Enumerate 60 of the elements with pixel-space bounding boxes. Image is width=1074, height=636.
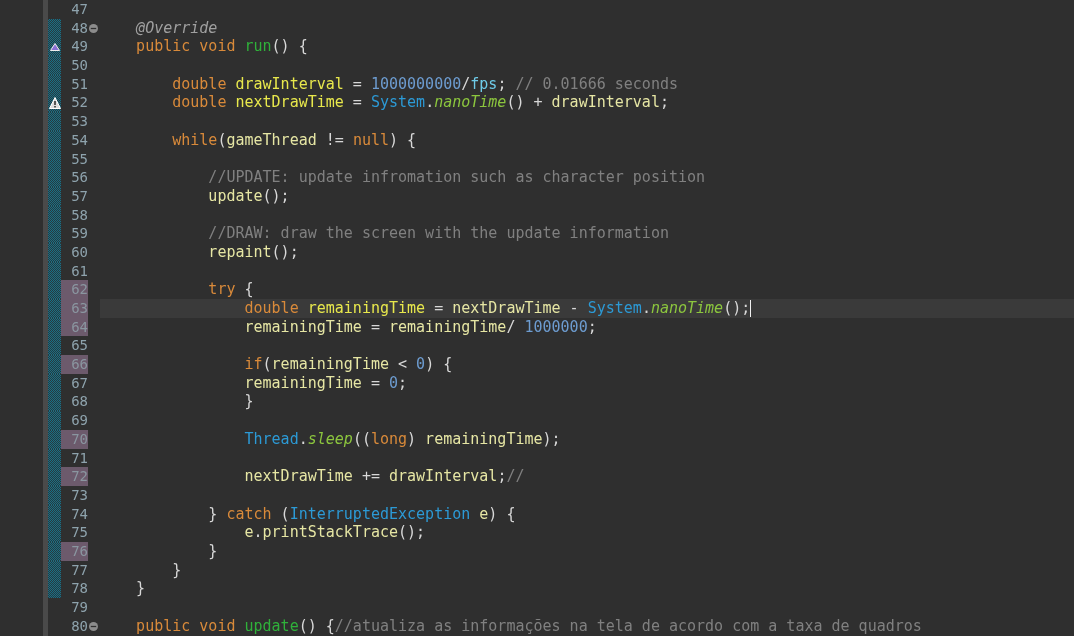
- code-line: double nextDrawTime = System.nanoTime() + drawInterval;: [171, 93, 669, 113]
- line-number: 62: [61, 280, 88, 299]
- line-number: 75: [70, 523, 88, 542]
- code-line: e.printStackTrace();: [243, 523, 426, 542]
- line-number: 77: [70, 560, 88, 580]
- line-number: 69: [70, 411, 88, 430]
- line-number: 67: [70, 373, 88, 393]
- line-number: 57: [70, 186, 88, 206]
- line-number: 49: [70, 37, 88, 57]
- line-number: 68: [70, 392, 88, 412]
- code-line: } catch (InterruptedException e) {: [207, 504, 516, 524]
- line-number: 52: [70, 93, 88, 113]
- code-line: }: [243, 392, 254, 412]
- line-number: 48: [70, 18, 88, 38]
- code-line: //UPDATE: update infromation such as character position: [207, 168, 706, 187]
- line-number: 54: [70, 130, 88, 150]
- code-line: remainingTime = remainingTime/ 1000000;: [243, 317, 597, 337]
- code-line: try {: [207, 280, 254, 299]
- vertical-scrollbar[interactable]: [43, 0, 48, 636]
- line-number: 59: [70, 224, 88, 243]
- code-line: Thread.sleep((long) remainingTime);: [243, 429, 561, 449]
- line-number: 79: [70, 598, 88, 617]
- line-number: 76: [61, 541, 88, 561]
- line-number: 73: [70, 485, 88, 505]
- line-number: 80: [70, 616, 88, 636]
- text-cursor: [750, 299, 752, 317]
- code-line: if(remainingTime < 0) {: [243, 355, 453, 374]
- code-line: while(gameThread != null) {: [171, 130, 417, 150]
- line-number: 51: [70, 74, 88, 94]
- line-number: 66: [61, 355, 88, 374]
- code-line: double drawInterval = 1000000000/fps; // 0.01666 seconds: [171, 74, 678, 94]
- line-number: 71: [70, 448, 88, 468]
- code-line: public void run() {: [135, 37, 308, 57]
- code-line: @Override: [134, 18, 218, 38]
- line-number: 74: [70, 504, 88, 524]
- collapse-icon[interactable]: [89, 621, 98, 631]
- line-number: 56: [70, 168, 88, 187]
- code-line: double remainingTime = nextDrawTime - System.nanoTime();: [243, 299, 751, 318]
- code-line: }: [171, 560, 182, 580]
- line-number: 47: [70, 0, 88, 19]
- line-number: 55: [70, 149, 88, 169]
- code-line: }: [207, 541, 218, 561]
- line-number: 65: [70, 336, 88, 356]
- line-number: 70: [61, 429, 88, 449]
- line-number: 72: [61, 467, 88, 486]
- line-number: 60: [70, 242, 88, 262]
- code-line: remainingTime = 0;: [243, 373, 408, 393]
- line-number: 58: [70, 205, 88, 225]
- line-number: 50: [70, 56, 88, 75]
- line-number: 63: [61, 299, 88, 318]
- code-line: }: [135, 579, 146, 598]
- line-number: 53: [70, 112, 88, 131]
- code-line: repaint();: [207, 242, 299, 262]
- code-line: public void update() {//atualiza as informações na tela de acordo com a taxa de quadros: [135, 616, 922, 636]
- code-line: nextDrawTime += drawInterval;//: [243, 467, 525, 486]
- line-number: 78: [70, 579, 88, 598]
- line-number: 61: [70, 261, 88, 281]
- code-line: update();: [207, 186, 290, 206]
- code-line: //DRAW: draw the screen with the update information: [207, 224, 669, 243]
- collapse-icon[interactable]: [89, 23, 98, 33]
